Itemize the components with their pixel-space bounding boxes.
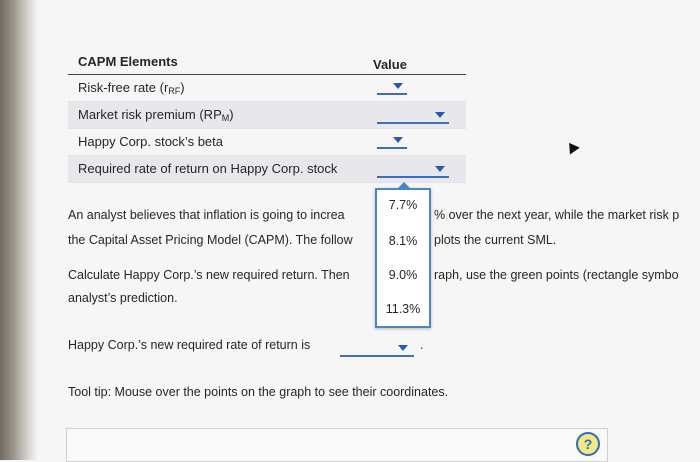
required-return-dropdown[interactable]	[377, 162, 449, 178]
header-value: Value	[373, 57, 407, 72]
paragraph-2-line-1a: Calculate Happy Corp.’s new required ret…	[68, 268, 350, 282]
option-7-7[interactable]: 7.7%	[377, 198, 429, 212]
row-market-risk-premium: Market risk premium (RPM)	[68, 102, 466, 129]
dropdown-arrow-icon	[393, 83, 403, 89]
header-capm-elements: CAPM Elements	[78, 54, 178, 69]
new-return-suffix: .	[420, 338, 424, 352]
beta-dropdown[interactable]	[377, 133, 407, 149]
option-11-3[interactable]: 11.3%	[377, 302, 429, 316]
risk-free-rate-label: Risk-free rate (rRF)	[78, 80, 185, 96]
photo-edge	[0, 0, 38, 460]
paragraph-1-line-1b: % over the next year, while the market r…	[434, 208, 680, 222]
new-return-dropdown[interactable]	[340, 345, 414, 357]
table-header: CAPM Elements Value	[68, 48, 466, 75]
popup-pointer	[397, 182, 411, 189]
tooltip-text: Tool tip: Mouse over the points on the g…	[68, 385, 449, 399]
required-return-label: Required rate of return on Happy Corp. s…	[78, 161, 338, 176]
market-risk-premium-label: Market risk premium (RPM)	[78, 107, 234, 123]
help-icon[interactable]: ?	[576, 432, 600, 456]
paragraph-1-line-1a: An analyst believes that inflation is go…	[68, 208, 345, 222]
risk-free-rate-dropdown[interactable]	[377, 79, 407, 95]
dropdown-arrow-icon	[435, 112, 445, 118]
row-risk-free-rate: Risk-free rate (rRF)	[68, 75, 466, 102]
inflation-dropdown-menu: 7.7% 8.1% 9.0% 11.3%	[375, 182, 431, 328]
paragraph-1-line-2a: the Capital Asset Pricing Model (CAPM). …	[68, 233, 353, 247]
paragraph-1-line-2b: plots the current SML.	[434, 233, 557, 247]
beta-label: Happy Corp. stock’s beta	[78, 134, 223, 149]
row-beta: Happy Corp. stock’s beta	[68, 129, 466, 156]
dropdown-arrow-icon	[393, 137, 403, 143]
row-required-return: Required rate of return on Happy Corp. s…	[68, 156, 466, 183]
graph-area[interactable]	[66, 428, 608, 462]
option-9-0[interactable]: 9.0%	[377, 268, 429, 282]
option-8-1[interactable]: 8.1%	[377, 234, 429, 248]
capm-table: CAPM Elements Value Risk-free rate (rRF)…	[68, 48, 466, 183]
market-risk-premium-dropdown[interactable]	[377, 108, 449, 124]
paragraph-2-line-2: analyst’s prediction.	[68, 291, 178, 305]
cursor-icon	[564, 139, 580, 155]
dropdown-arrow-icon	[398, 345, 408, 351]
paragraph-2-line-1b: raph, use the green points (rectangle sy…	[434, 268, 679, 282]
dropdown-arrow-icon	[435, 166, 445, 172]
new-return-prefix: Happy Corp.’s new required rate of retur…	[68, 338, 311, 352]
